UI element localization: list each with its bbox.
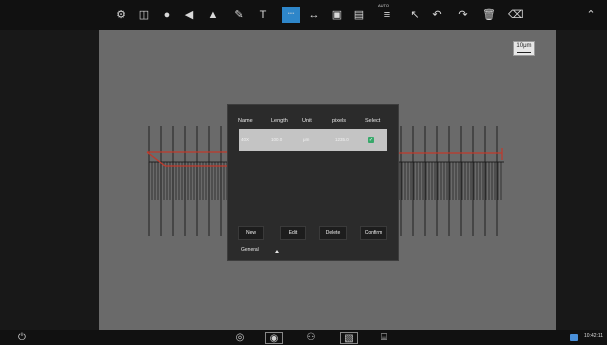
dropdown-arrow-icon[interactable]: [275, 250, 279, 253]
delete-button[interactable]: Delete: [319, 226, 347, 240]
right-panel: [556, 30, 607, 330]
general-dropdown[interactable]: General: [241, 247, 259, 253]
auto-label: AUTO: [378, 3, 390, 8]
calibration-dialog: Name Length Unit pixels Select 40X 100.0…: [227, 104, 399, 261]
record-icon[interactable]: ⚇: [302, 332, 320, 344]
top-toolbar: ⚙ ◫ ● ◀ ▲ ✎ T ┈ ↔ ▣ ▤ ≡ ↖ ↶ ↷ 🗑 ⌫ AUTO ⌃: [0, 0, 607, 30]
header-pixels: pixels: [332, 118, 347, 124]
confirm-button[interactable]: Confirm: [360, 226, 387, 240]
app-root: ⚙ ◫ ● ◀ ▲ ✎ T ┈ ↔ ▣ ▤ ≡ ↖ ↶ ↷ 🗑 ⌫ AUTO ⌃ 10μm Name Length …: [0, 0, 607, 345]
color-wheel-icon[interactable]: ●: [160, 8, 174, 22]
settings-gear-icon[interactable]: ⚙: [114, 8, 128, 22]
scale-bar[interactable]: 10μm: [513, 41, 535, 56]
table-row[interactable]: 40X 100.0 μm 1235.0 ✓: [239, 129, 387, 151]
auto-icon[interactable]: ≡: [380, 8, 394, 22]
text-tool-icon[interactable]: T: [256, 8, 270, 22]
triangle-left-icon[interactable]: ◀: [182, 8, 196, 22]
measure-line: [146, 151, 166, 167]
edit-button[interactable]: Edit: [280, 226, 306, 240]
folder-icon[interactable]: ⌸: [375, 332, 393, 344]
ruler-icon[interactable]: ┈: [282, 7, 300, 23]
new-button[interactable]: New: [238, 226, 264, 240]
undo-icon[interactable]: ↶: [430, 8, 444, 22]
cell-name: 40X: [241, 137, 250, 142]
calendar-icon: [570, 334, 578, 341]
header-unit: Unit: [302, 118, 312, 124]
bottom-bar: ⏻ 10:42:11 ◎ ◉ ⚇ ▧ ⌸: [0, 330, 607, 345]
compare-split-icon[interactable]: ◫: [137, 8, 151, 22]
camera-icon[interactable]: ◎: [231, 332, 249, 344]
scale-bar-label: 10μm: [516, 43, 532, 49]
eraser-icon[interactable]: ⌫: [508, 8, 524, 22]
redo-icon[interactable]: ↷: [456, 8, 470, 22]
header-name: Name: [238, 118, 253, 124]
image-icon[interactable]: ▣: [330, 8, 344, 22]
power-icon[interactable]: ⏻: [13, 332, 31, 344]
clock-time: 10:42:11: [584, 333, 604, 339]
pointer-icon[interactable]: ↖: [408, 8, 422, 22]
header-select: Select: [365, 118, 381, 124]
delete-icon[interactable]: 🗑: [482, 8, 496, 22]
left-panel: [0, 30, 99, 330]
select-checkbox[interactable]: ✓: [368, 137, 374, 143]
gallery-icon[interactable]: ▧: [340, 332, 358, 344]
triangle-icon[interactable]: ▲: [206, 8, 220, 22]
scale-bar-line: [517, 52, 531, 53]
cell-unit: μm: [303, 137, 310, 142]
color-bars-icon[interactable]: ▤: [352, 8, 366, 22]
cell-pixels: 1235.0: [335, 137, 349, 142]
header-length: Length: [271, 118, 288, 124]
cell-length: 100.0: [271, 137, 283, 142]
capture-icon[interactable]: ◉: [265, 332, 283, 344]
measure-line-icon[interactable]: ↔: [307, 8, 321, 22]
collapse-chevron-icon[interactable]: ⌃: [584, 8, 598, 22]
pen-icon[interactable]: ✎: [232, 8, 246, 22]
